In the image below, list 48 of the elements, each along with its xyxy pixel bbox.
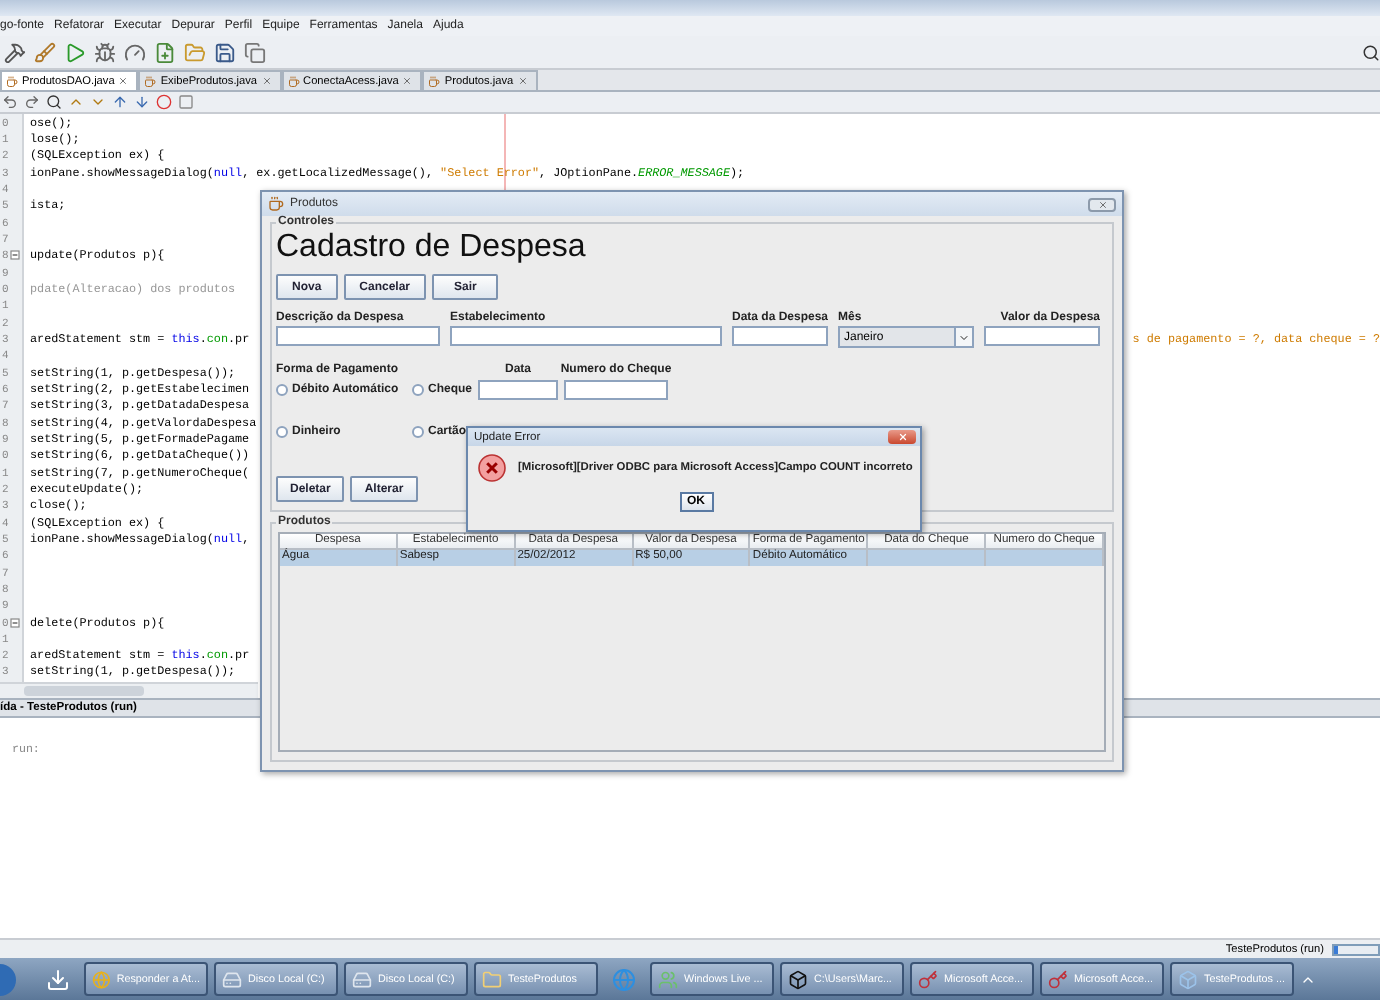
copy-icon[interactable]	[244, 41, 266, 63]
save-icon[interactable]	[214, 41, 236, 63]
input-field[interactable]	[564, 380, 668, 400]
java-file-icon	[144, 75, 157, 87]
record-icon[interactable]	[156, 94, 172, 110]
java-icon	[268, 196, 284, 212]
redo-icon[interactable]	[24, 94, 40, 110]
java-file-icon	[6, 75, 18, 87]
input-field[interactable]	[732, 326, 828, 346]
input-field[interactable]	[450, 326, 722, 346]
horizontal-scrollbar[interactable]	[0, 682, 258, 698]
arrow-up-icon[interactable]	[112, 94, 128, 110]
key-icon	[1048, 969, 1068, 989]
stop-icon[interactable]	[178, 94, 194, 110]
hammer-icon[interactable]	[4, 41, 26, 63]
form-heading: Cadastro de Despesa	[276, 230, 588, 266]
gauge-icon[interactable]	[124, 41, 146, 63]
down-icon[interactable]	[90, 94, 106, 110]
search-icon[interactable]	[1362, 43, 1380, 61]
input-field[interactable]	[276, 326, 440, 346]
folder-icon[interactable]	[184, 41, 206, 63]
cube-icon	[1178, 969, 1198, 989]
error-icon	[478, 454, 506, 482]
java-file-icon	[287, 75, 300, 87]
input-field[interactable]	[984, 326, 1100, 346]
search-icon[interactable]	[46, 94, 62, 110]
bug-icon[interactable]	[94, 41, 116, 63]
undo-icon[interactable]	[2, 94, 18, 110]
close-button[interactable]	[888, 430, 916, 444]
key-icon	[918, 969, 938, 989]
drive-icon	[222, 969, 242, 989]
fold-icon[interactable]	[10, 250, 21, 261]
download-icon[interactable]	[46, 967, 70, 991]
folder-icon	[482, 969, 502, 989]
close-button[interactable]	[1088, 197, 1116, 211]
globe-icon	[92, 969, 111, 989]
new-file-icon[interactable]	[154, 41, 176, 63]
fold-icon[interactable]	[10, 617, 21, 627]
drive-icon	[352, 969, 372, 989]
java-file-icon	[428, 75, 441, 87]
up-icon[interactable]	[68, 94, 84, 110]
arrow-down-icon[interactable]	[134, 94, 150, 110]
input-field[interactable]	[478, 380, 558, 400]
start-button[interactable]	[0, 963, 16, 995]
brush-icon[interactable]	[34, 41, 56, 63]
archive-icon	[788, 969, 808, 989]
play-icon[interactable]	[64, 41, 86, 63]
people-icon	[658, 969, 678, 989]
